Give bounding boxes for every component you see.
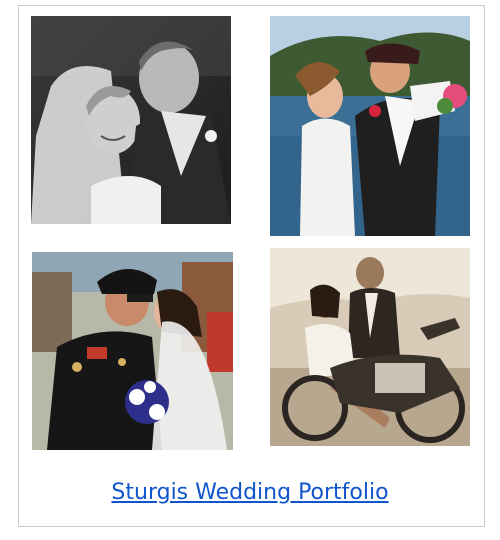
- photo-lake-embrace-image: [270, 16, 470, 236]
- portfolio-caption: Sturgis Wedding Portfolio: [0, 480, 500, 505]
- photo-biker-kiss[interactable]: [32, 252, 233, 450]
- photo-motorcycle-couple-image: [270, 248, 470, 446]
- photo-lake-embrace[interactable]: [270, 16, 470, 236]
- photo-bw-kiss[interactable]: [31, 16, 231, 224]
- photo-biker-kiss-image: [32, 252, 233, 450]
- photo-bw-kiss-image: [31, 16, 231, 224]
- sturgis-wedding-portfolio-link[interactable]: Sturgis Wedding Portfolio: [111, 480, 388, 505]
- photo-motorcycle-couple[interactable]: [270, 248, 470, 446]
